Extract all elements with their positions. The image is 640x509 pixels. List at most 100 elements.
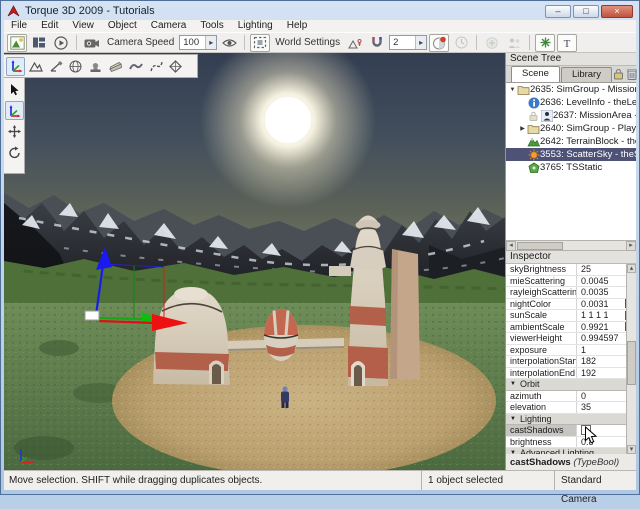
object-editor-tool[interactable] [6, 56, 25, 76]
scroll-thumb[interactable] [517, 241, 563, 250]
spinner-arrow-icon[interactable]: ▸ [205, 36, 217, 49]
property-name[interactable]: skyBrightness [506, 264, 576, 275]
tree-item[interactable]: 2636: LevelInfo - theLevelInfo [506, 96, 636, 109]
time-of-day-button[interactable] [429, 33, 450, 52]
scroll-down-icon[interactable]: ▾ [627, 445, 636, 454]
snap-size-input-value[interactable]: 2 [390, 36, 415, 49]
tree-expander-icon[interactable]: ▶ [518, 125, 527, 132]
property-name[interactable]: rayleighScattering [506, 287, 576, 298]
tree-horizontal-scrollbar[interactable]: ◂ ▸ [506, 240, 636, 251]
camera-button[interactable] [82, 34, 102, 52]
tree-item[interactable]: 2637: MissionArea - theMis [506, 109, 636, 122]
river-editor-tool[interactable] [126, 57, 145, 76]
environment-editor-tool[interactable] [66, 57, 85, 76]
screenshot-bounds-button[interactable] [250, 33, 271, 52]
add-player-button[interactable] [482, 34, 502, 52]
menu-edit[interactable]: Edit [34, 20, 65, 32]
menu-file[interactable]: File [4, 20, 34, 32]
object-snap-magnet-button[interactable] [367, 34, 387, 52]
decal-editor-tool[interactable] [86, 57, 105, 76]
terrain-painter-tool[interactable] [46, 57, 65, 76]
property-value[interactable]: 1 [581, 345, 586, 356]
inspector-scroll-thumb[interactable] [627, 341, 636, 385]
property-value[interactable]: 0 [581, 391, 586, 402]
property-value[interactable]: 192 [581, 368, 596, 379]
property-name[interactable]: ambientScale [506, 322, 576, 333]
property-value[interactable]: 35 [581, 402, 591, 413]
gizmo-select-tool[interactable] [4, 101, 24, 120]
group-collapse-icon[interactable]: ▼ [506, 379, 516, 390]
title-bar[interactable]: Torque 3D 2009 - Tutorials – □ × [2, 2, 638, 20]
mesh-road-editor-tool[interactable] [166, 57, 185, 76]
inspector-group-orbit[interactable]: ▼ Orbit [506, 379, 636, 391]
scroll-up-icon[interactable]: ▴ [627, 264, 636, 273]
forest-editor-tool[interactable] [106, 57, 125, 76]
property-value[interactable]: 0.9921 [581, 322, 609, 333]
camera-speed-input-value[interactable]: 100 [180, 36, 205, 49]
mouse-cursor-icon [584, 425, 598, 448]
menu-object[interactable]: Object [101, 20, 144, 32]
select-tool[interactable] [5, 80, 24, 99]
menu-help[interactable]: Help [280, 20, 315, 32]
property-name[interactable]: mieScattering [506, 276, 576, 287]
property-value[interactable]: 0.0045 [581, 276, 609, 287]
main-toolbar: Camera Speed 100 ▸ World Settings 2 ▸ T [4, 32, 636, 53]
camera-speed-input[interactable]: 100 ▸ [179, 35, 218, 50]
property-name[interactable]: sunScale [506, 310, 576, 321]
property-name[interactable]: nightColor [506, 299, 576, 310]
translate-tool[interactable] [5, 122, 24, 141]
text-hud-button[interactable]: T [557, 33, 578, 52]
close-button[interactable]: × [601, 4, 633, 18]
tree-item[interactable]: ▶ 2640: SimGroup - PlayerDropP [506, 122, 636, 135]
property-name[interactable]: interpolationStart [506, 356, 576, 367]
maximize-button[interactable]: □ [573, 4, 599, 18]
property-value[interactable]: 0.994597 [581, 333, 619, 344]
menu-view[interactable]: View [65, 20, 101, 32]
play-game-button[interactable] [51, 34, 71, 52]
terrain-editor-tool[interactable] [26, 57, 45, 76]
road-editor-tool[interactable] [146, 57, 165, 76]
inspector-row-castShadows: castShadows [506, 425, 636, 437]
render-options-button[interactable] [535, 33, 556, 52]
tree-item[interactable]: 3765: TSStatic [506, 161, 636, 174]
spinner-arrow-icon[interactable]: ▸ [415, 36, 427, 49]
property-name[interactable]: exposure [506, 345, 576, 356]
property-value[interactable]: 1 1 1 1 [581, 310, 609, 321]
possess-player-button[interactable] [504, 34, 524, 52]
world-editor-button[interactable] [7, 33, 27, 52]
viewport-3d[interactable] [4, 53, 505, 472]
scroll-right-icon[interactable]: ▸ [626, 240, 636, 251]
trash-icon[interactable] [627, 68, 637, 80]
inspector-group-lighting[interactable]: ▼ Lighting [506, 413, 636, 425]
camera-visibility-button[interactable] [219, 34, 239, 52]
property-name[interactable]: interpolationEnd [506, 368, 576, 379]
menu-tools[interactable]: Tools [193, 20, 230, 32]
property-value[interactable]: 25 [581, 264, 591, 275]
property-value[interactable]: 182 [581, 356, 596, 367]
inspector-scrollbar[interactable]: ▴ ▾ [626, 264, 636, 454]
tree-item[interactable]: 3553: ScatterSky - theSky [506, 148, 636, 161]
menu-camera[interactable]: Camera [144, 20, 194, 32]
terrain-snap-button[interactable] [345, 34, 365, 52]
tree-item[interactable]: ▼ 2635: SimGroup - MissionGroup [506, 83, 636, 96]
tab-scene[interactable]: Scene [511, 66, 560, 82]
tree-expander-icon[interactable]: ▼ [508, 87, 517, 93]
group-collapse-icon[interactable]: ▼ [506, 414, 516, 425]
property-value[interactable]: 0.0035 [581, 287, 609, 298]
tab-library[interactable]: Library [560, 67, 612, 82]
menu-lighting[interactable]: Lighting [231, 20, 280, 32]
minimize-button[interactable]: – [545, 4, 571, 18]
snap-size-input[interactable]: 2 ▸ [389, 35, 428, 50]
rotate-tool[interactable] [5, 143, 24, 162]
property-name[interactable]: viewerHeight [506, 333, 576, 344]
property-name[interactable]: castShadows [506, 425, 576, 436]
lock-icon[interactable] [613, 68, 624, 80]
property-name[interactable]: azimuth [506, 391, 576, 402]
world-clock-button[interactable] [451, 34, 471, 52]
scroll-left-icon[interactable]: ◂ [506, 240, 516, 251]
tree-item[interactable]: 2642: TerrainBlock - theTerrain [506, 135, 636, 148]
property-value[interactable]: 0.0031 [581, 299, 609, 310]
property-name[interactable]: elevation [506, 402, 576, 413]
property-name[interactable]: brightness [506, 437, 576, 448]
gui-editor-button[interactable] [29, 34, 49, 52]
